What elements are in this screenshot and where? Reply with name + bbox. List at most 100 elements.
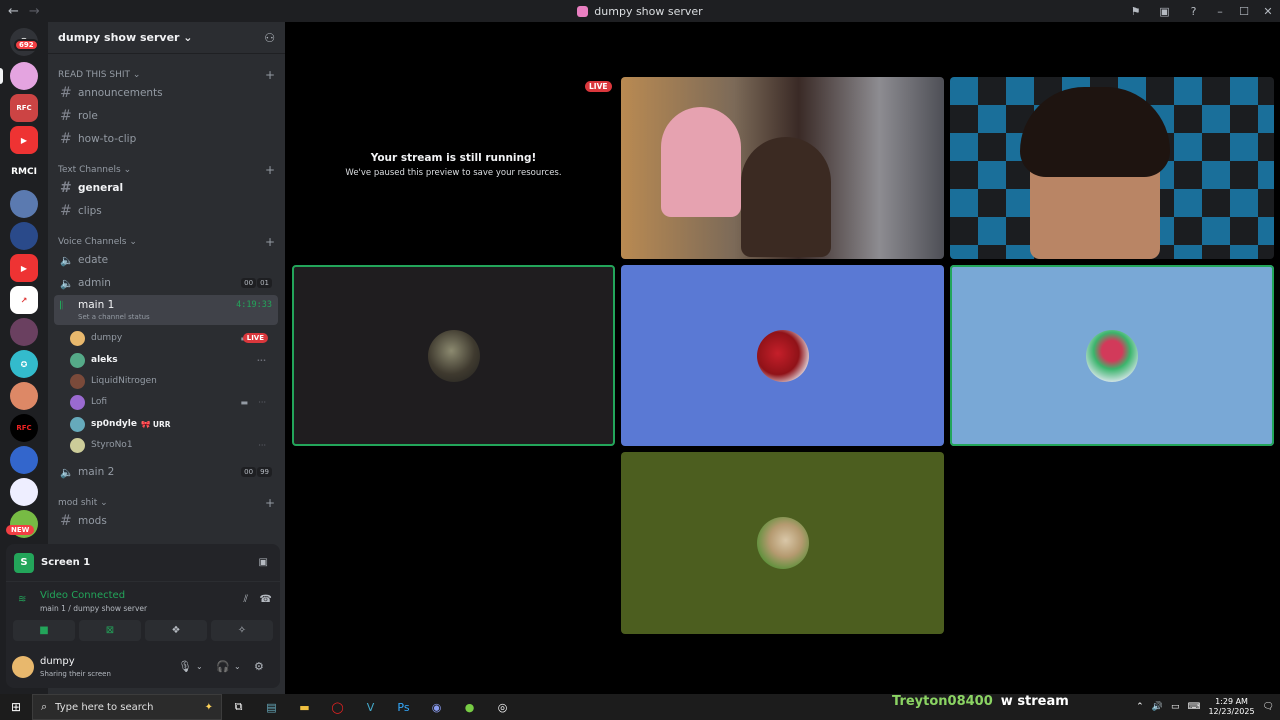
server-icon-8[interactable]: ↗ — [10, 286, 38, 314]
user-count: 00 99 — [241, 467, 272, 477]
server-icon-12[interactable]: RFC — [10, 414, 38, 442]
network-icon[interactable]: ▭ — [1171, 702, 1180, 712]
channel-how-to-clip[interactable]: # how-to-clip — [54, 129, 278, 149]
search-icon: ⌕ — [41, 700, 48, 713]
video-tile-user-1[interactable] — [292, 265, 615, 446]
add-member-icon[interactable]: ⚇ — [264, 31, 275, 45]
channel-role[interactable]: # role — [54, 106, 278, 126]
video-tile-user-4[interactable] — [621, 452, 944, 634]
add-channel-icon[interactable]: + — [265, 163, 275, 177]
opera-icon[interactable]: ◯ — [321, 694, 354, 720]
taskbar-search[interactable]: ⌕ Type here to search ✦ — [32, 694, 222, 720]
photoshop-icon[interactable]: Ps — [387, 694, 420, 720]
microphone-icon[interactable]: 🎙 — [178, 660, 192, 673]
chevron-up-icon[interactable]: ⌃ — [1136, 702, 1144, 712]
screen-icon: S — [14, 552, 34, 573]
notification-icon[interactable]: 🗨 — [1263, 702, 1274, 712]
file-explorer-icon[interactable]: ▬ — [288, 694, 321, 720]
chevron-down-icon[interactable]: ⌄ — [196, 662, 203, 671]
server-icon-11[interactable] — [10, 382, 38, 410]
activities-button[interactable]: ❖ — [145, 620, 207, 641]
signal-icon[interactable]: ≋ — [18, 594, 26, 605]
disconnect-icon[interactable]: ☎ — [260, 594, 272, 605]
voice-channel-main-2[interactable]: 🔈 main 2 00 99 — [54, 462, 278, 482]
server-icon-rmci[interactable]: RMCI — [10, 158, 38, 186]
avatar — [70, 373, 85, 389]
add-channel-icon[interactable]: + — [265, 235, 275, 249]
vegas-icon[interactable]: V — [354, 694, 387, 720]
category-voice-channels[interactable]: Voice Channels ⌄ + — [58, 235, 275, 249]
voice-user-liquidnitrogen[interactable]: LiquidNitrogen — [70, 371, 270, 391]
chevron-down-icon[interactable]: ⌄ — [234, 662, 241, 671]
voice-channel-main-1[interactable]: 𝄃 main 1 Set a channel status 4:19:33 — [54, 295, 278, 325]
camera-button[interactable]: ■ — [13, 620, 75, 641]
window-icon[interactable]: ▣ — [1150, 5, 1179, 18]
close-icon[interactable]: ✕ — [1256, 5, 1280, 18]
add-channel-icon[interactable]: + — [265, 496, 275, 510]
server-header[interactable]: dumpy show server ⌄ ⚇ — [48, 22, 285, 54]
server-icon-14[interactable] — [10, 478, 38, 506]
voice-user-lofi[interactable]: Lofi ▬ ··· — [70, 392, 270, 412]
forward-arrow-icon[interactable]: → — [29, 4, 40, 19]
overlay-message: w stream — [1000, 694, 1069, 709]
server-icon-10[interactable]: ✪ — [10, 350, 38, 378]
more-icon: ··· — [258, 397, 266, 407]
app-icon-green[interactable]: ● — [453, 694, 486, 720]
headphones-icon[interactable]: 🎧 — [216, 660, 230, 673]
video-tile-webcam-1[interactable] — [621, 77, 944, 259]
server-icon-7[interactable]: ▶ — [10, 254, 38, 282]
server-icon-2[interactable]: RFC — [10, 94, 38, 122]
volume-icon[interactable]: 🔊 — [1152, 702, 1163, 712]
voice-user-sp0ndyle[interactable]: sp0ndyle 🎀 URR — [70, 414, 270, 434]
channel-mods[interactable]: # mods — [54, 511, 278, 531]
clock[interactable]: 1:29 AM 12/23/2025 — [1208, 697, 1254, 717]
help-icon[interactable]: ? — [1179, 5, 1208, 18]
windows-taskbar: ⊞ ⌕ Type here to search ✦ ⧉ ▤ ▬ ◯ V Ps ◉… — [0, 694, 1280, 720]
screen-share-button[interactable]: ⊠ — [79, 620, 141, 641]
task-view-icon[interactable]: ⧉ — [222, 694, 255, 720]
channel-general[interactable]: # general — [54, 178, 278, 198]
channel-clips[interactable]: # clips — [54, 201, 278, 221]
stop-share-icon[interactable]: ▣ — [259, 557, 268, 568]
maximize-icon[interactable]: ☐ — [1232, 5, 1256, 18]
settings-gear-icon[interactable]: ⚙ — [254, 660, 264, 673]
voice-user-styrono1[interactable]: StyroNo1 ··· — [70, 435, 270, 455]
voice-channel-admin[interactable]: 🔈 admin 00 01 — [54, 273, 278, 293]
server-icon-3[interactable]: ▶ — [10, 126, 38, 154]
inbox-icon[interactable]: ⚑ — [1121, 5, 1150, 18]
live-badge: LIVE — [242, 333, 268, 343]
category-text-channels[interactable]: Text Channels ⌄ + — [58, 163, 275, 177]
noise-suppression-icon[interactable]: ⫽ — [244, 594, 248, 605]
windows-start-icon[interactable]: ⊞ — [0, 700, 32, 714]
video-tile-user-3[interactable] — [950, 265, 1274, 446]
widgets-icon[interactable]: ▤ — [255, 694, 288, 720]
minimize-icon[interactable]: – — [1208, 5, 1232, 18]
server-icon-13[interactable] — [10, 446, 38, 474]
soundboard-button[interactable]: ✧ — [211, 620, 273, 641]
connection-location[interactable]: main 1 / dumpy show server — [40, 604, 147, 613]
server-icon-5[interactable] — [10, 190, 38, 218]
back-arrow-icon[interactable]: ← — [8, 4, 19, 19]
server-icon-6[interactable] — [10, 222, 38, 250]
voice-user-aleks[interactable]: aleks ··· — [70, 350, 270, 370]
nav-buttons: ← → — [0, 4, 80, 19]
category-read-this[interactable]: READ THIS SHIT ⌄ + — [58, 68, 275, 82]
user-avatar[interactable] — [12, 656, 34, 678]
obs-icon[interactable]: ◎ — [486, 694, 519, 720]
server-icon-9[interactable] — [10, 318, 38, 346]
user-count: 00 01 — [241, 278, 272, 288]
voice-channel-edate[interactable]: 🔈 edate — [54, 250, 278, 270]
category-mod-shit[interactable]: mod shit ⌄ + — [58, 496, 275, 510]
window-title-text: dumpy show server — [594, 4, 703, 18]
language-icon[interactable]: ⌨ — [1187, 702, 1200, 712]
channel-status[interactable]: Set a channel status — [78, 313, 150, 321]
user-avatar — [1086, 329, 1138, 382]
server-icon-1[interactable] — [10, 62, 38, 90]
voice-user-dumpy[interactable]: dumpy▬LIVE — [70, 328, 270, 348]
add-channel-icon[interactable]: + — [265, 68, 275, 82]
video-tile-user-2[interactable] — [621, 265, 944, 446]
discord-icon[interactable]: ◉ — [420, 694, 453, 720]
hash-icon: # — [60, 131, 72, 147]
channel-announcements[interactable]: # announcements — [54, 83, 278, 103]
video-tile-webcam-2[interactable] — [950, 77, 1274, 259]
